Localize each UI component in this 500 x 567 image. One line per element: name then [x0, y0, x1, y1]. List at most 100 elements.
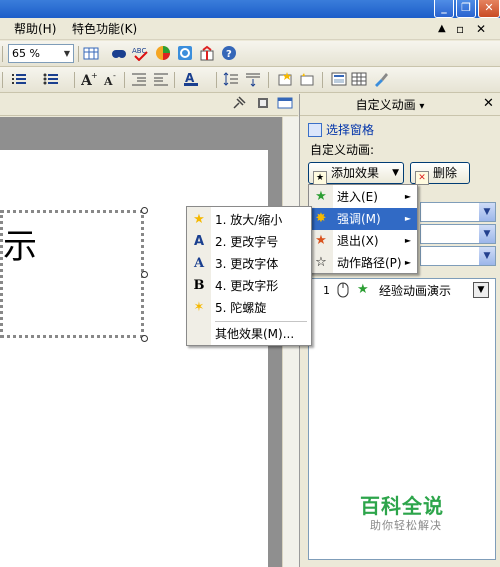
menu-item-entrance[interactable]: ★ 进入(E) ►	[309, 186, 417, 208]
standard-toolbar: 65 % ▼ ABC ?	[0, 41, 500, 67]
spell-check-icon[interactable]: ABC	[132, 45, 150, 63]
decrease-font-icon[interactable]: A-	[102, 71, 120, 89]
normal-view-icon[interactable]	[254, 96, 272, 114]
pane-header: 自定义动画 ▾ ✕	[300, 94, 500, 116]
toolbar-separator	[78, 46, 79, 62]
menu-item-change-font-style[interactable]: B 4. 更改字形	[187, 275, 311, 297]
svg-text:A: A	[103, 75, 113, 87]
close-button[interactable]: ✕	[478, 0, 500, 18]
menu-item-motion-path[interactable]: ☆ 动作路径(P) ►	[309, 252, 417, 274]
line-spacing-icon[interactable]	[222, 71, 240, 89]
menu-help[interactable]: 帮助(H)	[14, 21, 56, 37]
toolbar-separator	[322, 72, 323, 88]
menu-item-label: 1. 放大/缩小	[215, 213, 283, 227]
add-effect-dropdown-icon: ▼	[392, 168, 399, 178]
star-grow-icon: ★	[193, 212, 205, 227]
speed-combo-arrow-icon[interactable]: ▼	[479, 247, 495, 265]
bold-icon: B	[193, 278, 205, 293]
list-item[interactable]: 1 ★ 经验动画演示 ▼	[313, 282, 493, 300]
mdi-minimize-icon[interactable]: ▲	[438, 21, 446, 37]
start-combo[interactable]: ▼	[420, 202, 496, 222]
slide-layout-icon[interactable]	[330, 71, 348, 89]
editor-header	[0, 94, 298, 116]
list-item-name: 经验动画演示	[379, 284, 452, 298]
menu-item-spin[interactable]: ✶ 5. 陀螺旋	[187, 297, 311, 319]
add-effect-button[interactable]: ★ 添加效果 ▼	[308, 162, 404, 185]
pin-icon[interactable]	[230, 96, 248, 114]
toolbar-separator	[216, 72, 217, 88]
mouse-click-icon	[337, 282, 351, 302]
zoom-value: 65 %	[12, 47, 40, 60]
start-combo-arrow-icon[interactable]: ▼	[479, 203, 495, 221]
svg-text:-: -	[113, 71, 116, 80]
toolbar-separator	[124, 72, 125, 88]
mdi-restore-icon[interactable]: ▫	[456, 21, 464, 37]
pane-close-icon[interactable]: ✕	[483, 96, 494, 112]
insert-table-icon[interactable]	[82, 45, 100, 63]
refresh-icon[interactable]	[176, 45, 194, 63]
design-brush-icon[interactable]	[372, 71, 390, 89]
pane-title-text: 自定义动画	[355, 98, 416, 112]
selection-pane-icon	[308, 123, 322, 137]
emphasis-submenu: ★ 1. 放大/缩小 A 2. 更改字号 A 3. 更改字体 B 4. 更改字形…	[186, 206, 312, 346]
menu-item-label: 4. 更改字形	[215, 279, 279, 293]
increase-indent-icon[interactable]	[152, 71, 170, 89]
mdi-close-icon[interactable]: ✕	[476, 21, 486, 37]
menu-item-label: 进入(E)	[337, 190, 378, 204]
help-icon[interactable]: ?	[220, 45, 238, 63]
table-grid-icon[interactable]	[350, 71, 368, 89]
formatting-toolbar: A + A- A	[0, 67, 500, 93]
bullet-list-icon[interactable]	[42, 71, 60, 89]
menu-item-grow-shrink[interactable]: ★ 1. 放大/缩小	[187, 209, 311, 231]
decrease-indent-icon[interactable]	[130, 71, 148, 89]
watermark-sub: 助你轻松解决	[370, 519, 442, 532]
speed-combo[interactable]: ▼	[420, 246, 496, 266]
menu-item-exit[interactable]: ★ 退出(X) ►	[309, 230, 417, 252]
menu-item-change-font-size[interactable]: A 2. 更改字号	[187, 231, 311, 253]
entrance-star-icon: ★	[357, 282, 369, 297]
property-combo[interactable]: ▼	[420, 224, 496, 244]
selected-textbox[interactable]: 示	[0, 210, 144, 338]
add-effect-label: 添加效果	[331, 166, 380, 180]
submenu-arrow-icon: ►	[404, 236, 411, 245]
menu-bar: 帮助(H) 特色功能(K) ▲ ▫ ✕	[0, 18, 500, 40]
zoom-dropdown-icon[interactable]: ▼	[61, 45, 73, 62]
delete-button[interactable]: ✕ 删除	[410, 162, 470, 185]
increase-font-icon[interactable]: A +	[80, 71, 98, 89]
resize-handle-top-right[interactable]	[141, 207, 148, 214]
numbered-list-icon[interactable]	[10, 71, 28, 89]
maximize-button[interactable]: ❐	[456, 0, 476, 18]
menu-special-features[interactable]: 特色功能(K)	[72, 21, 137, 37]
resize-handle-bottom-right[interactable]	[141, 335, 148, 342]
watermark-logo: 百科全说 助你轻松解决	[360, 494, 472, 534]
menu-item-label: 动作路径(P)	[337, 256, 402, 270]
paragraph-spacing-icon[interactable]	[244, 71, 262, 89]
font-color-icon[interactable]: A	[182, 71, 200, 89]
svg-text:+: +	[91, 71, 97, 80]
find-icon[interactable]	[110, 45, 128, 63]
green-star-icon: ★	[315, 189, 327, 204]
menu-item-label: 2. 更改字号	[215, 235, 279, 249]
slide-text: 示	[3, 227, 37, 267]
new-slide-icon[interactable]	[276, 71, 294, 89]
toolbar-grip	[2, 72, 3, 88]
menu-item-change-font[interactable]: A 3. 更改字体	[187, 253, 311, 275]
zoom-combo[interactable]: 65 % ▼	[8, 44, 74, 63]
gift-icon[interactable]	[198, 45, 216, 63]
menu-item-emphasis[interactable]: ✸ 强调(M) ►	[309, 208, 417, 230]
minimize-button[interactable]: _	[434, 0, 454, 18]
color-wheel-icon[interactable]	[154, 45, 172, 63]
resize-handle-right[interactable]	[141, 271, 148, 278]
slide-design-icon[interactable]	[298, 71, 316, 89]
menu-item-more-effects[interactable]: 其他效果(M)...	[187, 323, 311, 345]
pane-title[interactable]: 自定义动画 ▾	[300, 97, 480, 115]
toolbar-separator	[268, 72, 269, 88]
toolbar-separator	[74, 72, 75, 88]
add-effect-icon: ★	[313, 171, 327, 185]
menu-separator	[215, 321, 307, 322]
pane-menu-arrow-icon[interactable]: ▾	[419, 101, 424, 112]
property-combo-arrow-icon[interactable]: ▼	[479, 225, 495, 243]
selection-pane-link[interactable]: 选择窗格	[308, 122, 374, 138]
list-item-dropdown-icon[interactable]: ▼	[473, 282, 489, 298]
slide-sorter-icon[interactable]	[276, 96, 294, 114]
